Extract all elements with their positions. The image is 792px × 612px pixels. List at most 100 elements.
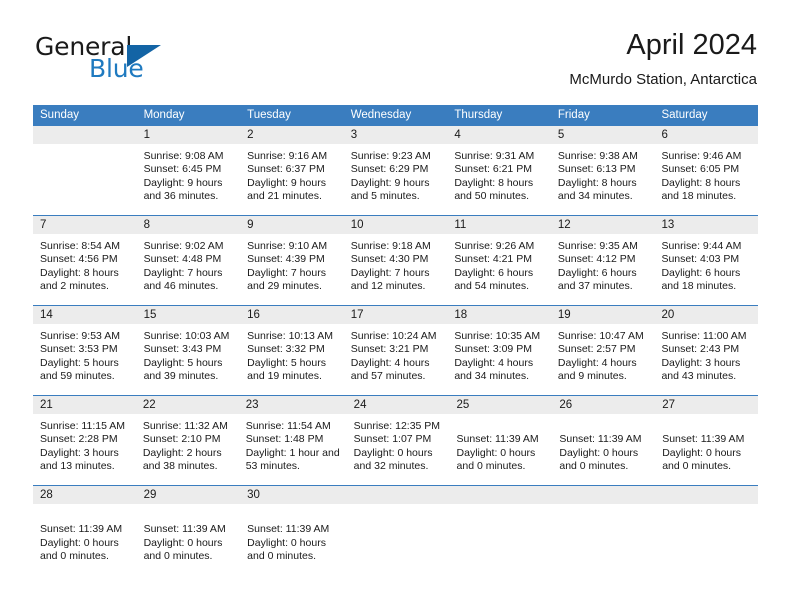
day-detail-line: Sunset: 2:28 PM — [40, 433, 118, 446]
calendar-day-cell[interactable]: 16 Sunrise: 10:13 AM Sunset: 3:32 PM Daylig… — [240, 306, 344, 395]
calendar-day-cell[interactable]: 2 Sunrise: 9:16 AM Sunset: 6:37 PM Daylight… — [240, 126, 344, 215]
day-detail-line: Sunset: 6:37 PM — [247, 163, 325, 176]
day-detail-lines: Sunrise: 12:35 PM Sunset: 1:07 PM Daylight… — [347, 414, 450, 474]
day-detail-line: and 0 minutes. — [662, 460, 732, 473]
day-detail-line: and 19 minutes. — [247, 370, 322, 383]
day-detail-line: Sunrise: 9:23 AM — [350, 150, 431, 162]
day-detail-line: Sunrise: 9:18 AM — [350, 240, 431, 252]
calendar-day-cell[interactable]: 8 Sunrise: 9:02 AM Sunset: 4:48 PM Daylight… — [136, 216, 241, 305]
calendar-day-cell[interactable]: 15 Sunrise: 10:03 AM Sunset: 3:43 PM Daylig… — [136, 306, 241, 395]
calendar-day-cell[interactable]: 10 Sunrise: 9:18 AM Sunset: 4:30 PM Dayligh… — [343, 216, 448, 305]
day-number: 22 — [135, 396, 239, 414]
calendar-week-row: 21 Sunrise: 11:15 AM Sunset: 2:28 PM Daylig… — [33, 395, 759, 485]
day-detail-line: Sunrise: 10:47 AM — [557, 330, 644, 342]
day-detail-lines: Sunrise: 9:18 AM Sunset: 4:30 PM Daylight:… — [344, 234, 448, 294]
day-detail-line: Sunset: 1:48 PM — [245, 433, 324, 446]
calendar-day-cell[interactable]: 24 Sunrise: 12:35 PM Sunset: 1:07 PM Daylig… — [346, 396, 450, 485]
day-detail-lines — [344, 504, 448, 510]
day-detail-line: Sunset: 6:45 PM — [143, 163, 222, 176]
general-blue-logo[interactable]: General Blue — [35, 30, 255, 88]
day-detail-line: and 21 minutes. — [247, 190, 322, 203]
day-detail-line: and 0 minutes. — [247, 550, 317, 563]
calendar-day-cell[interactable]: 9 Sunrise: 9:10 AM Sunset: 4:39 PM Daylight… — [240, 216, 344, 305]
calendar-day-cell[interactable]: 25 Sunset: 11:39 AM Daylight: 0 hours and 0… — [449, 396, 553, 485]
day-detail-line: and 32 minutes. — [353, 460, 429, 473]
calendar-day-cell[interactable]: 1 Sunrise: 9:08 AM Sunset: 6:45 PM Daylight… — [136, 126, 241, 215]
day-detail-lines: Sunrise: 9:23 AM Sunset: 6:29 PM Daylight:… — [344, 144, 448, 204]
day-detail-lines: Sunrise: 10:24 AM Sunset: 3:21 PM Daylight… — [344, 324, 448, 384]
calendar-day-cell[interactable]: 26 Sunset: 11:39 AM Daylight: 0 hours and 0… — [552, 396, 656, 485]
calendar-day-cell[interactable]: 11 Sunrise: 9:26 AM Sunset: 4:21 PM Dayligh… — [447, 216, 551, 305]
day-number: 8 — [136, 216, 241, 234]
day-detail-line: Daylight: 7 hours — [143, 266, 223, 279]
day-detail-lines: Sunrise: 9:38 AM Sunset: 6:13 PM Daylight:… — [551, 144, 655, 204]
day-detail-line: and 0 minutes. — [456, 460, 526, 473]
day-detail-lines: Sunset: 11:39 AM Daylight: 0 hours and 0 m… — [33, 504, 137, 564]
day-detail-line — [247, 510, 337, 523]
calendar-page: General Blue April 2024 McMurdo Station,… — [0, 0, 792, 612]
day-number: 3 — [343, 126, 448, 144]
day-detail-line: 53 minutes. — [245, 460, 300, 473]
day-detail-line: Sunset: 4:30 PM — [350, 253, 429, 266]
day-detail-line: and 50 minutes. — [454, 190, 530, 203]
calendar-day-cell[interactable]: 13 Sunrise: 9:44 AM Sunset: 4:03 PM Dayligh… — [654, 216, 759, 305]
day-detail-line: Sunrise: 9:53 AM — [40, 330, 120, 342]
day-detail-line: Sunset: 2:10 PM — [142, 433, 221, 446]
day-detail-line: Sunrise: 11:00 AM — [661, 330, 747, 342]
calendar-day-cell[interactable]: 20 Sunrise: 11:00 AM Sunset: 2:43 PM Daylig… — [654, 306, 759, 395]
day-detail-lines: Sunrise: 9:10 AM Sunset: 4:39 PM Daylight:… — [240, 234, 344, 294]
calendar-day-cell-empty — [447, 486, 551, 572]
calendar-day-cell[interactable]: 7 Sunrise: 8:54 AM Sunset: 4:56 PM Daylight… — [33, 216, 137, 305]
logo-text-blue: Blue — [89, 54, 144, 83]
calendar-day-cell[interactable]: 14 Sunrise: 9:53 AM Sunset: 3:53 PM Dayligh… — [33, 306, 137, 395]
day-detail-line: and 2 minutes. — [40, 280, 109, 293]
calendar-day-cell[interactable]: 19 Sunrise: 10:47 AM Sunset: 2:57 PM Daylig… — [550, 306, 655, 395]
weekday-header-thursday: Thursday — [454, 109, 503, 121]
day-detail-lines: Sunrise: 11:00 AM Sunset: 2:43 PM Daylight… — [654, 324, 758, 384]
calendar-day-cell[interactable]: 23 Sunrise: 11:54 AM Sunset: 1:48 PM Daylig… — [238, 396, 347, 485]
calendar-day-cell[interactable]: 27 Sunset: 11:39 AM Daylight: 0 hours and 0… — [655, 396, 759, 485]
day-detail-line: Sunrise: 9:16 AM — [247, 150, 328, 162]
day-number: 5 — [550, 126, 655, 144]
day-detail-lines — [551, 504, 655, 510]
calendar-day-cell[interactable]: 6 Sunrise: 9:46 AM Sunset: 6:05 PM Daylight… — [654, 126, 759, 215]
calendar-day-cell[interactable]: 12 Sunrise: 9:35 AM Sunset: 4:12 PM Dayligh… — [550, 216, 655, 305]
day-detail-line: Daylight: 0 hours — [143, 536, 223, 549]
calendar-day-cell[interactable]: 29 Sunset: 11:39 AM Daylight: 0 hours and 0… — [136, 486, 241, 572]
calendar-day-cell[interactable]: 17 Sunrise: 10:24 AM Sunset: 3:21 PM Daylig… — [343, 306, 448, 395]
day-detail-line: and 36 minutes. — [143, 190, 219, 203]
calendar-day-cell[interactable]: 28 Sunset: 11:39 AM Daylight: 0 hours and 0… — [33, 486, 137, 572]
day-detail-line: Sunset: 3:32 PM — [247, 343, 325, 356]
calendar-day-cell[interactable]: 30 Sunset: 11:39 AM Daylight: 0 hours and 0… — [240, 486, 344, 572]
day-number: 12 — [550, 216, 655, 234]
day-detail-line — [662, 420, 751, 433]
calendar-day-cell[interactable]: 3 Sunrise: 9:23 AM Sunset: 6:29 PM Daylight… — [343, 126, 448, 215]
calendar-day-cell[interactable]: 5 Sunrise: 9:38 AM Sunset: 6:13 PM Daylight… — [550, 126, 655, 215]
day-number: 9 — [240, 216, 344, 234]
calendar-week-row: 14 Sunrise: 9:53 AM Sunset: 3:53 PM Dayligh… — [33, 305, 759, 395]
day-detail-line: Sunrise: 9:46 AM — [661, 150, 742, 162]
calendar-day-cell[interactable]: 22 Sunrise: 11:32 AM Sunset: 2:10 PM Daylig… — [135, 396, 239, 485]
day-detail-line: Sunset: 11:39 AM — [143, 523, 226, 536]
day-detail-line: Daylight: 0 hours — [456, 446, 536, 459]
day-detail-line: Daylight: 0 hours — [559, 446, 639, 459]
day-detail-line: Sunset: 4:03 PM — [661, 253, 740, 266]
day-number — [33, 126, 137, 144]
day-detail-line: Daylight: 4 hours — [557, 356, 637, 369]
calendar-day-cell[interactable]: 18 Sunrise: 10:35 AM Sunset: 3:09 PM Daylig… — [447, 306, 551, 395]
day-detail-line: and 5 minutes. — [350, 190, 420, 203]
calendar-week-row: 1 Sunrise: 9:08 AM Sunset: 6:45 PM Daylight… — [33, 126, 759, 215]
day-detail-line: Sunset: 4:21 PM — [454, 253, 532, 266]
day-detail-line: Daylight: 5 hours — [143, 356, 223, 369]
day-detail-lines: Sunrise: 10:35 AM Sunset: 3:09 PM Daylight… — [447, 324, 551, 384]
day-detail-lines — [447, 504, 551, 510]
calendar-day-cell[interactable]: 4 Sunrise: 9:31 AM Sunset: 6:21 PM Daylight… — [447, 126, 551, 215]
weekday-header-tuesday: Tuesday — [247, 109, 291, 121]
calendar-day-cell-empty — [343, 486, 448, 572]
day-detail-lines: Sunrise: 11:32 AM Sunset: 2:10 PM Daylight… — [136, 414, 239, 474]
page-header: General Blue April 2024 McMurdo Station,… — [35, 29, 757, 92]
day-detail-line: and 39 minutes. — [143, 370, 219, 383]
day-detail-lines: Sunset: 11:39 AM Daylight: 0 hours and 0 m… — [552, 414, 655, 474]
day-detail-line: Sunrise: 10:35 AM — [454, 330, 541, 342]
calendar-day-cell[interactable]: 21 Sunrise: 11:15 AM Sunset: 2:28 PM Daylig… — [33, 396, 136, 485]
